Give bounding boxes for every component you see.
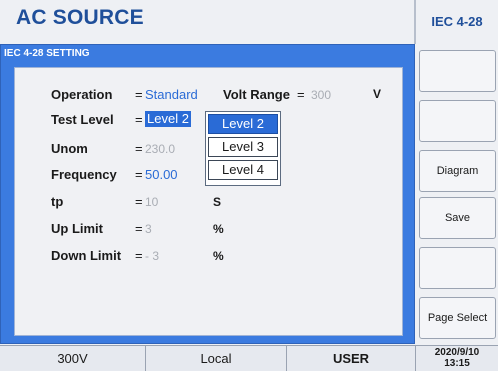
down-limit-unit: % bbox=[213, 249, 224, 263]
status-date: 2020/9/10 bbox=[434, 347, 480, 358]
diagram-button[interactable]: Diagram bbox=[419, 150, 496, 192]
standard-tag: IEC 4-28 bbox=[431, 14, 483, 29]
status-mode: Local bbox=[200, 351, 232, 366]
tp-unit: S bbox=[213, 195, 222, 209]
unom-value[interactable]: 230.0 bbox=[145, 142, 175, 156]
tp-eq: = bbox=[135, 194, 143, 209]
frequency-label: Frequency bbox=[51, 167, 117, 182]
status-user: USER bbox=[332, 351, 370, 366]
frequency-value[interactable]: 50.00 bbox=[145, 167, 178, 182]
save-button[interactable]: Save bbox=[419, 197, 496, 239]
softkey-1[interactable] bbox=[419, 50, 496, 92]
status-datetime: 2020/9/10 13:15 bbox=[416, 347, 498, 369]
down-limit-label: Down Limit bbox=[51, 248, 122, 263]
dropdown-option-level-3[interactable]: Level 3 bbox=[208, 137, 278, 157]
unom-eq: = bbox=[135, 141, 143, 156]
up-limit-value[interactable]: 3 bbox=[145, 222, 152, 236]
settings-panel: IEC 4-28 SETTING Operation = Standard Vo… bbox=[0, 44, 415, 344]
down-limit-eq: = bbox=[135, 248, 143, 263]
softkey-column: IEC 4-28 Diagram Save Page Select bbox=[416, 0, 498, 344]
dropdown-option-level-4[interactable]: Level 4 bbox=[208, 160, 278, 180]
operation-eq: = bbox=[135, 87, 143, 102]
status-time: 13:15 bbox=[444, 358, 470, 369]
up-limit-unit: % bbox=[213, 222, 224, 236]
dropdown-option-level-2[interactable]: Level 2 bbox=[208, 114, 278, 134]
unom-label: Unom bbox=[51, 141, 88, 156]
test-level-dropdown: Level 2 Level 3 Level 4 bbox=[205, 111, 281, 186]
up-limit-eq: = bbox=[135, 221, 143, 236]
softkey-5[interactable] bbox=[419, 247, 496, 289]
settings-form: Operation = Standard Volt Range = 300 V … bbox=[14, 67, 403, 336]
tp-value[interactable]: 10 bbox=[145, 195, 158, 209]
app-title: AC SOURCE bbox=[16, 6, 144, 29]
up-limit-label: Up Limit bbox=[51, 221, 103, 236]
tp-label: tp bbox=[51, 194, 64, 209]
volt-range-unit: V bbox=[373, 87, 382, 101]
status-range: 300V bbox=[57, 351, 88, 366]
test-level-label: Test Level bbox=[51, 112, 114, 127]
volt-range-eq: = bbox=[297, 87, 305, 102]
ac-source-screen: AC SOURCE IEC 4-28 SETTING Operation = S… bbox=[0, 0, 498, 371]
panel-title: IEC 4-28 SETTING bbox=[4, 48, 90, 59]
volt-range-value[interactable]: 300 bbox=[311, 88, 331, 102]
operation-label: Operation bbox=[51, 87, 113, 102]
status-bar: 300V Local USER 2020/9/10 13:15 bbox=[0, 345, 498, 371]
test-level-select[interactable]: Level 2 bbox=[145, 111, 191, 127]
test-level-eq: = bbox=[135, 112, 143, 127]
operation-value[interactable]: Standard bbox=[145, 87, 198, 102]
down-limit-value[interactable]: - 3 bbox=[145, 249, 159, 263]
softkey-2[interactable] bbox=[419, 100, 496, 142]
frequency-eq: = bbox=[135, 167, 143, 182]
page-select-button[interactable]: Page Select bbox=[419, 297, 496, 339]
volt-range-label: Volt Range bbox=[223, 87, 290, 102]
